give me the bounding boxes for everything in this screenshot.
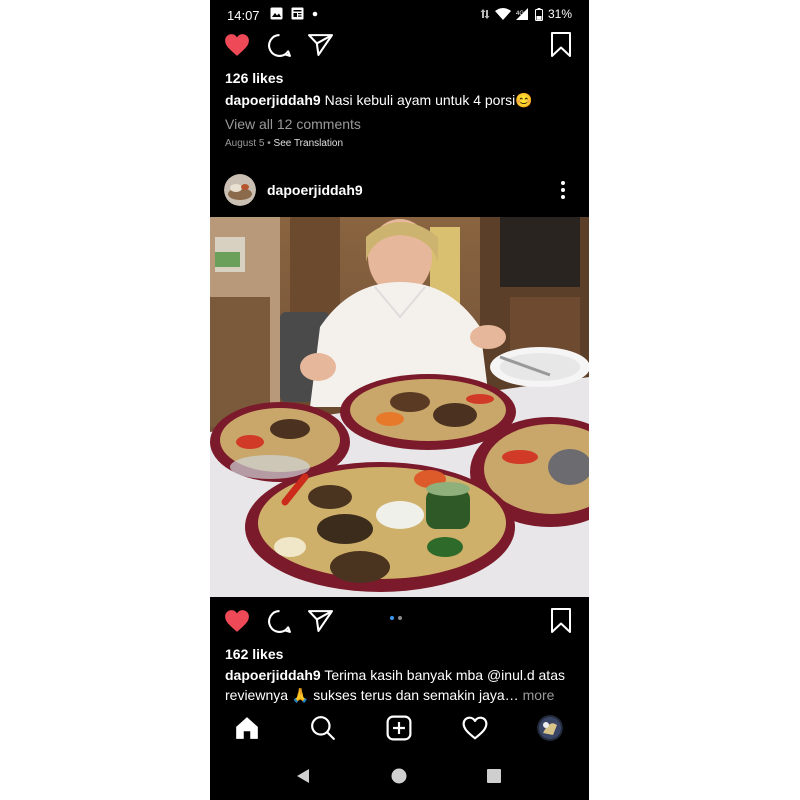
comment-icon — [268, 610, 291, 633]
post2-user-avatar[interactable] — [224, 174, 256, 206]
image-notification-icon — [270, 7, 283, 20]
data-arrows-icon — [480, 8, 490, 20]
status-left-icons — [270, 7, 318, 20]
svg-text:4G: 4G — [516, 11, 524, 17]
post2-likes[interactable]: 162 likes — [225, 646, 283, 662]
post1-view-comments[interactable]: View all 12 comments — [225, 116, 361, 132]
share-icon — [308, 610, 333, 632]
home-icon — [236, 717, 258, 739]
recents-icon — [487, 769, 501, 783]
more-notifications-dot-icon — [312, 11, 318, 17]
post1-caption-text: Nasi kebuli ayam untuk 4 porsi😊 — [324, 92, 533, 108]
activity-heart-icon — [462, 716, 488, 740]
bookmark-icon — [551, 32, 571, 57]
add-post-icon — [386, 715, 412, 741]
post2-share-button[interactable] — [308, 609, 333, 637]
bookmark-icon — [551, 608, 571, 633]
news-notification-icon — [291, 7, 304, 20]
nav-activity-button[interactable] — [462, 716, 488, 745]
search-icon — [311, 716, 335, 740]
post2-caption-line1: dapoerjiddah9 Terima kasih banyak mba @i… — [225, 667, 565, 683]
status-time: 14:07 — [227, 8, 260, 23]
post1-date: August 5 — [225, 138, 265, 149]
home-circle-icon — [391, 768, 407, 784]
signal-icon: 4G — [515, 8, 530, 20]
post2-caption-username[interactable]: dapoerjiddah9 — [225, 667, 321, 683]
carousel-dot — [398, 616, 402, 620]
post1-comment-button[interactable] — [267, 33, 292, 63]
back-icon — [297, 769, 309, 783]
post1-caption: dapoerjiddah9 Nasi kebuli ayam untuk 4 p… — [225, 92, 533, 109]
post2-caption-line2: reviewnya 🙏 sukses terus dan semakin jay… — [225, 687, 554, 704]
carousel-dot-active — [390, 616, 394, 620]
status-bar: 14:07 4G 31% — [210, 0, 589, 30]
post1-share-button[interactable] — [308, 33, 333, 61]
battery-percent: 31% — [547, 7, 572, 21]
post2-like-button[interactable] — [224, 609, 250, 638]
system-recents-button[interactable] — [487, 769, 501, 788]
carousel-indicator — [390, 616, 402, 620]
nav-profile-avatar[interactable] — [537, 715, 563, 741]
post2-caption-text2: reviewnya 🙏 sukses terus dan semakin jay… — [225, 687, 519, 703]
more-vertical-icon — [561, 181, 565, 199]
nav-home-button[interactable] — [234, 715, 260, 746]
system-back-button[interactable] — [296, 768, 310, 789]
phone-screen: 14:07 4G 31% 126 likes dapoerjiddah9 Nas… — [210, 0, 589, 800]
nav-add-post-button[interactable] — [386, 715, 412, 746]
post2-caption-more[interactable]: more — [523, 687, 555, 703]
post2-comment-button[interactable] — [267, 609, 292, 639]
post2-username[interactable]: dapoerjiddah9 — [267, 182, 363, 198]
post2-photo[interactable] — [210, 217, 589, 597]
post2-bookmark-button[interactable] — [550, 608, 572, 639]
post2-options-button[interactable] — [560, 180, 566, 205]
post1-meta: August 5 • See Translation — [225, 138, 343, 149]
post1-likes[interactable]: 126 likes — [225, 70, 283, 86]
post1-bookmark-button[interactable] — [550, 32, 572, 63]
post1-meta-separator: • — [264, 138, 274, 149]
post1-like-button[interactable] — [224, 33, 250, 62]
post1-see-translation[interactable]: See Translation — [274, 138, 344, 149]
status-right-icons: 4G 31% — [480, 7, 572, 21]
battery-icon — [534, 7, 543, 21]
heart-icon — [225, 610, 249, 632]
system-home-button[interactable] — [391, 768, 407, 789]
share-icon — [308, 34, 333, 56]
nav-search-button[interactable] — [310, 715, 336, 746]
wifi-icon — [494, 8, 511, 20]
post2-caption-text1: Terima kasih banyak mba @inul.d atas — [324, 667, 565, 683]
post1-caption-username[interactable]: dapoerjiddah9 — [225, 92, 321, 108]
system-navigation-bar — [210, 760, 589, 794]
heart-icon — [225, 34, 249, 56]
bottom-nav-bar — [210, 712, 589, 746]
comment-icon — [268, 34, 291, 57]
